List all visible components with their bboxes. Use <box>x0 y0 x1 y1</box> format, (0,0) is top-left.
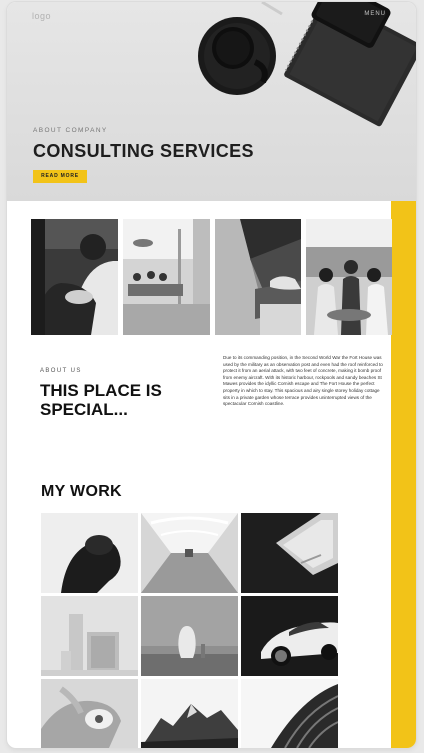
work-tile-vase[interactable] <box>141 596 238 676</box>
work-tile-architecture[interactable] <box>241 679 338 748</box>
logo[interactable]: logo <box>32 11 51 21</box>
work-tile-buildings[interactable] <box>41 596 138 676</box>
about-eyebrow: ABOUT US <box>40 368 82 374</box>
work-tile-hands[interactable] <box>41 679 138 748</box>
read-more-button[interactable]: READ MORE <box>33 170 87 183</box>
hero-eyebrow: ABOUT COMPANY <box>33 127 108 134</box>
work-title: MY WORK <box>41 483 122 500</box>
about-body-text: Due to its commanding position, in the S… <box>223 355 383 407</box>
team-photo-2 <box>123 219 210 335</box>
hero-title: CONSULTING SERVICES <box>33 141 254 161</box>
work-tile-car[interactable] <box>241 596 338 676</box>
hero-section: logo MENU ABOUT COMPANY CONSULTING SERVI… <box>7 2 416 201</box>
work-tile-laptop[interactable] <box>241 513 338 593</box>
page-frame: logo MENU ABOUT COMPANY CONSULTING SERVI… <box>7 2 416 748</box>
work-tile-corridor[interactable] <box>141 513 238 593</box>
team-photo-3 <box>215 219 301 335</box>
about-title: THIS PLACE IS SPECIAL... <box>40 381 162 419</box>
team-photo-1 <box>31 219 118 335</box>
work-tile-mountain[interactable] <box>141 679 238 748</box>
team-photo-4 <box>306 219 392 335</box>
work-tile-portrait[interactable] <box>41 513 138 593</box>
accent-stripe <box>391 201 416 748</box>
menu-link[interactable]: MENU <box>364 11 386 17</box>
